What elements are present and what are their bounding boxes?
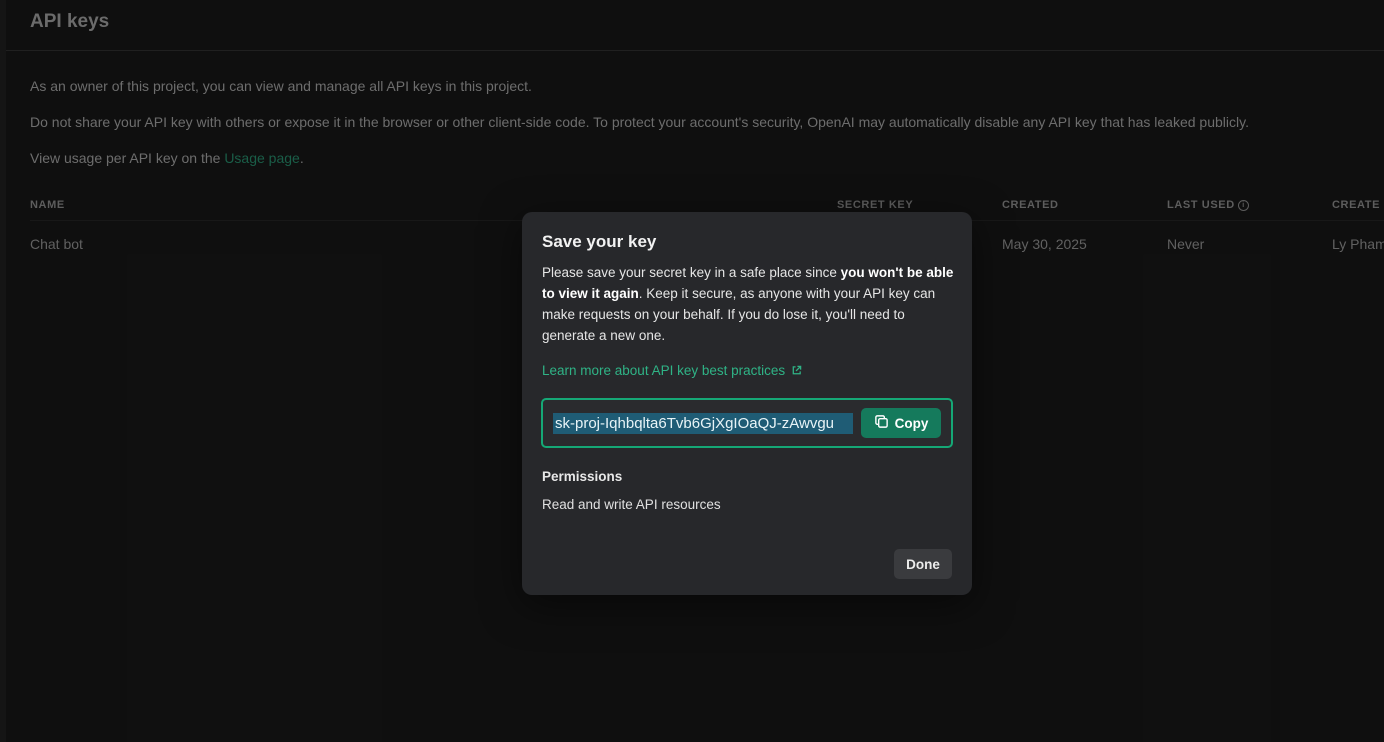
- secret-key-value[interactable]: sk-proj-Iqhbqlta6Tvb6GjXgIOaQJ-zAwvgu: [553, 413, 853, 434]
- done-button[interactable]: Done: [894, 549, 952, 579]
- secret-key-field[interactable]: sk-proj-Iqhbqlta6Tvb6GjXgIOaQJ-zAwvgu Co…: [541, 398, 953, 448]
- dialog-title: Save your key: [542, 232, 657, 251]
- external-link-icon: [791, 364, 802, 379]
- learn-more-link[interactable]: Learn more about API key best practices: [542, 363, 802, 379]
- permissions-title: Permissions: [542, 469, 623, 484]
- copy-icon: [874, 414, 889, 432]
- copy-button[interactable]: Copy: [861, 408, 941, 438]
- save-key-dialog: Save your key Please save your secret ke…: [522, 212, 972, 595]
- copy-label: Copy: [894, 415, 929, 431]
- permissions-value: Read and write API resources: [542, 497, 721, 512]
- body-text-1: Please save your secret key in a safe pl…: [542, 265, 841, 280]
- dialog-body: Please save your secret key in a safe pl…: [542, 262, 956, 346]
- learn-more-label: Learn more about API key best practices: [542, 363, 786, 378]
